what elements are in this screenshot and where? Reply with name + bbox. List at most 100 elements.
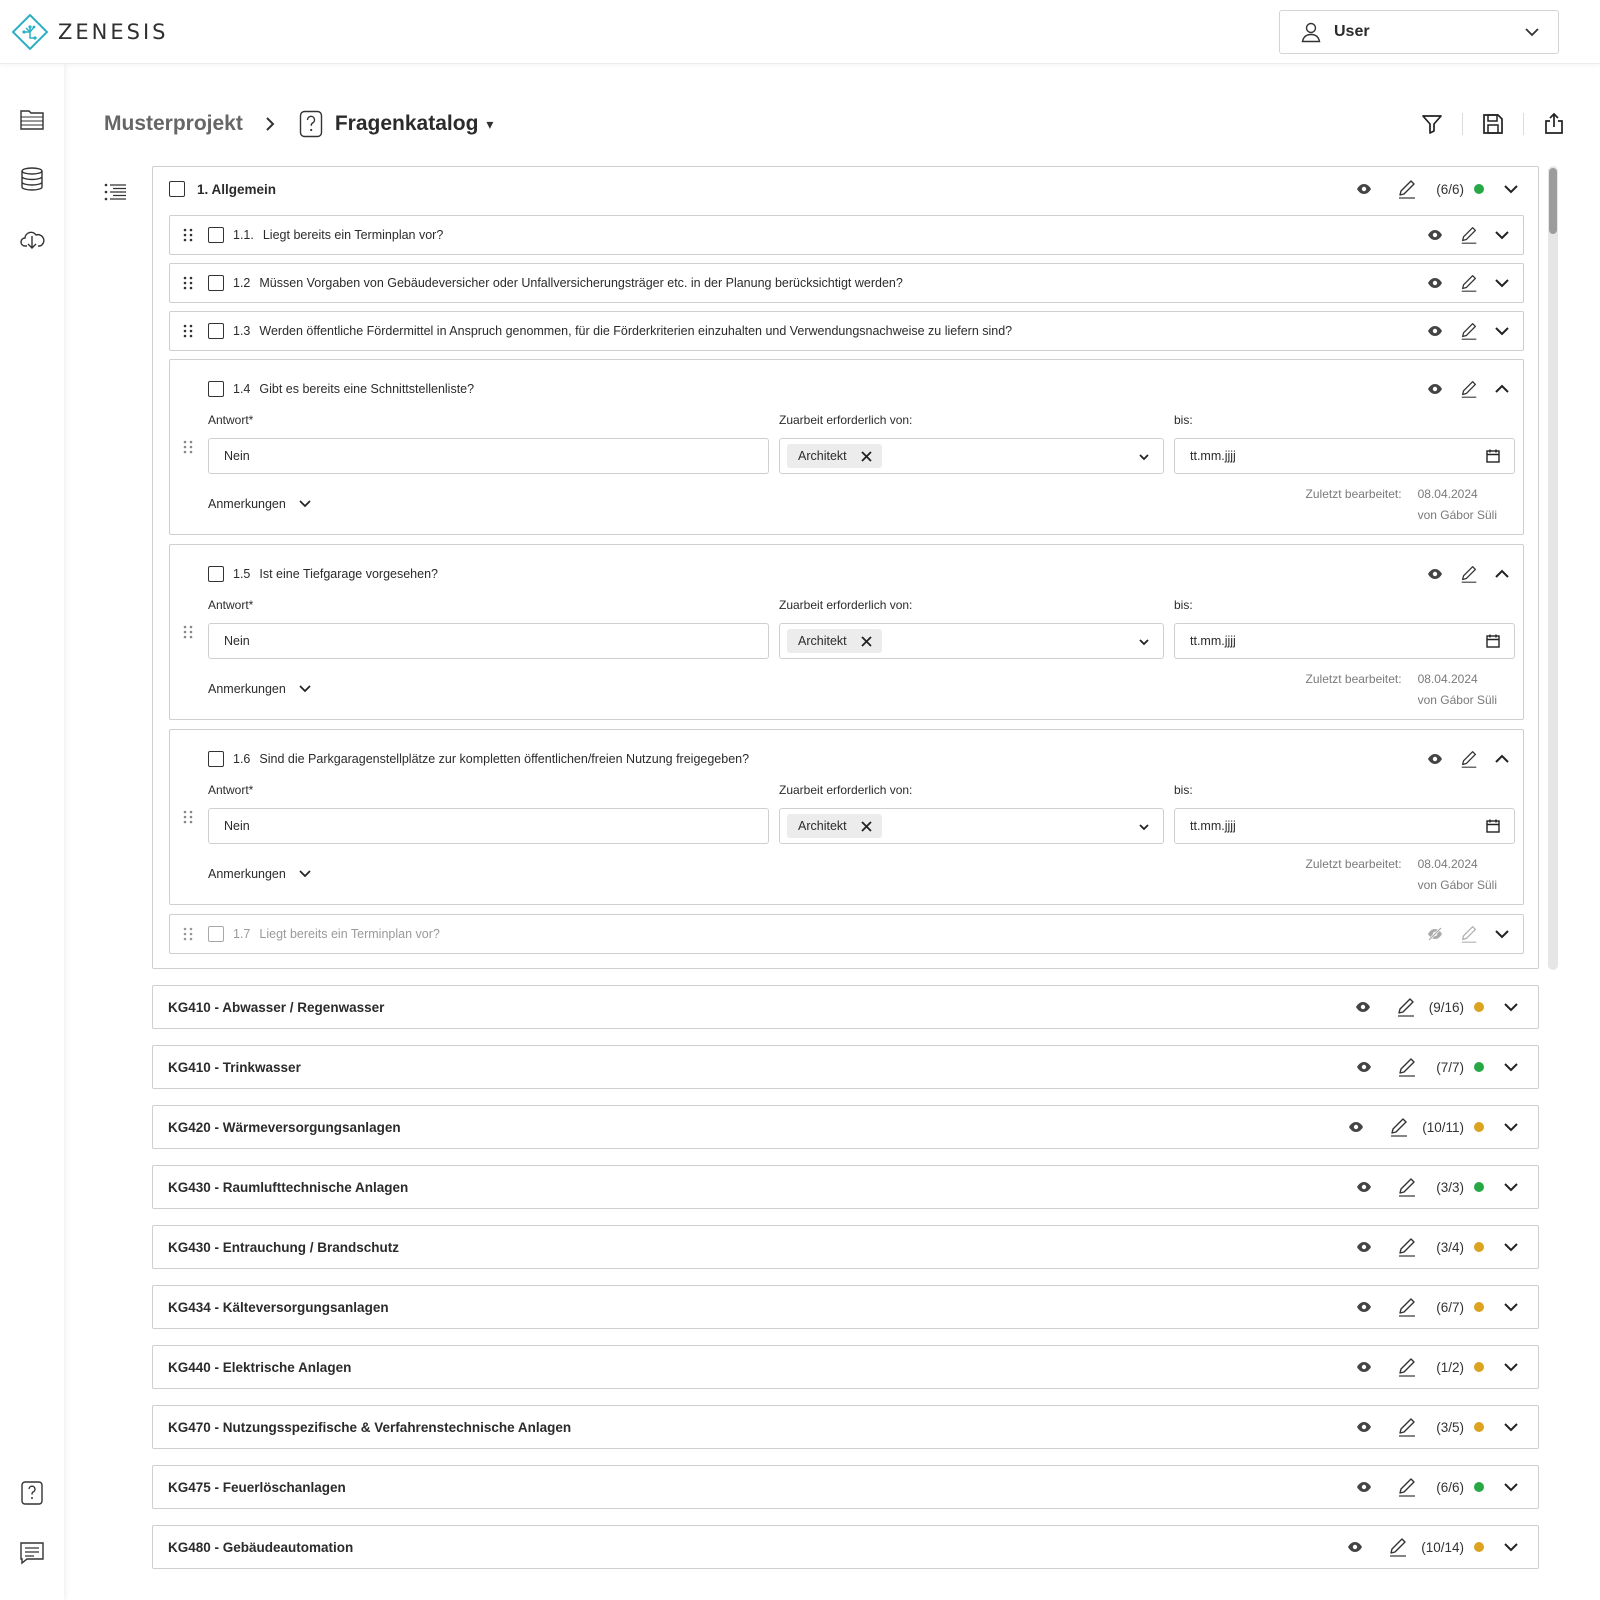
edit-pen-icon[interactable] — [1396, 1476, 1418, 1498]
answer-field[interactable]: Nein — [208, 438, 769, 474]
eye-icon[interactable] — [1427, 751, 1443, 767]
edit-pen-icon[interactable] — [1396, 1356, 1418, 1378]
edit-pen-icon[interactable] — [1396, 1236, 1418, 1258]
question-checkbox[interactable] — [208, 381, 224, 397]
eye-icon[interactable] — [1355, 999, 1371, 1015]
chevron-up-icon[interactable] — [1493, 750, 1511, 768]
question-checkbox[interactable] — [208, 926, 224, 942]
chevron-down-icon[interactable] — [1502, 1058, 1520, 1076]
anmerkungen-toggle[interactable]: Anmerkungen — [208, 682, 312, 696]
eye-icon[interactable] — [1427, 566, 1443, 582]
chevron-down-icon[interactable] — [1502, 998, 1520, 1016]
chevron-down-icon[interactable] — [1493, 925, 1511, 943]
section-kg475[interactable]: KG475 - Feuerlöschanlagen (6/6) — [152, 1465, 1539, 1509]
eye-icon[interactable] — [1356, 1359, 1372, 1375]
scrollbar-track[interactable] — [1548, 166, 1558, 970]
drag-handle-icon[interactable] — [182, 809, 194, 825]
database-icon[interactable] — [19, 166, 45, 192]
section-kg420[interactable]: KG420 - Wärmeversorgungsanlagen (10/11) — [152, 1105, 1539, 1149]
chevron-down-icon[interactable] — [1502, 180, 1520, 198]
chevron-down-icon[interactable] — [1502, 1478, 1520, 1496]
section-header[interactable]: 1. Allgemein (6/6) — [153, 167, 1538, 211]
chevron-down-icon[interactable] — [1493, 274, 1511, 292]
chevron-down-icon[interactable] — [1502, 1298, 1520, 1316]
user-menu[interactable]: User — [1279, 10, 1559, 54]
edit-pen-icon[interactable] — [1396, 1056, 1418, 1078]
edit-pen-icon[interactable] — [1459, 225, 1479, 245]
brand-logo[interactable]: ZENESIS — [12, 14, 169, 50]
chevron-down-icon[interactable] — [1502, 1238, 1520, 1256]
date-input[interactable]: tt.mm.jjjj — [1174, 438, 1515, 474]
breadcrumb-catalog[interactable]: Fragenkatalog — [335, 112, 479, 136]
calendar-icon[interactable] — [1486, 634, 1500, 648]
filter-icon[interactable] — [1420, 112, 1444, 136]
outline-list-icon[interactable] — [104, 183, 126, 201]
projects-folder-icon[interactable] — [19, 106, 45, 132]
question-checkbox[interactable] — [208, 227, 224, 243]
remove-tag-icon[interactable] — [861, 450, 872, 462]
edit-pen-icon[interactable] — [1396, 1296, 1418, 1318]
catalog-dropdown-caret[interactable]: ▾ — [486, 116, 493, 133]
eye-icon[interactable] — [1427, 275, 1443, 291]
eye-off-icon[interactable] — [1427, 926, 1443, 942]
section-kg480[interactable]: KG480 - Gebäudeautomation (10/14) — [152, 1525, 1539, 1569]
chevron-down-icon[interactable] — [1493, 322, 1511, 340]
edit-pen-icon[interactable] — [1459, 749, 1479, 769]
eye-icon[interactable] — [1427, 227, 1443, 243]
cloud-download-icon[interactable] — [19, 226, 45, 252]
section-kg434[interactable]: KG434 - Kälteversorgungsanlagen (6/7) — [152, 1285, 1539, 1329]
question-checkbox[interactable] — [208, 323, 224, 339]
calendar-icon[interactable] — [1486, 449, 1500, 463]
chevron-down-icon[interactable] — [1502, 1118, 1520, 1136]
section-kg430-raumluft[interactable]: KG430 - Raumlufttechnische Anlagen (3/3) — [152, 1165, 1539, 1209]
section-kg430-entrauchung[interactable]: KG430 - Entrauchung / Brandschutz (3/4) — [152, 1225, 1539, 1269]
chevron-up-icon[interactable] — [1493, 380, 1511, 398]
save-icon[interactable] — [1481, 112, 1505, 136]
edit-pen-icon[interactable] — [1459, 924, 1479, 944]
eye-icon[interactable] — [1356, 1299, 1372, 1315]
drag-handle-icon[interactable] — [182, 323, 194, 339]
eye-icon[interactable] — [1356, 1059, 1372, 1075]
eye-icon[interactable] — [1347, 1539, 1363, 1555]
edit-pen-icon[interactable] — [1459, 321, 1479, 341]
eye-icon[interactable] — [1356, 181, 1372, 197]
chevron-up-icon[interactable] — [1493, 565, 1511, 583]
remove-tag-icon[interactable] — [861, 635, 872, 647]
questionnaire-icon[interactable] — [19, 1480, 45, 1506]
edit-pen-icon[interactable] — [1396, 178, 1418, 200]
drag-handle-icon[interactable] — [182, 926, 194, 942]
export-icon[interactable] — [1542, 112, 1566, 136]
drag-handle-icon[interactable] — [182, 439, 194, 455]
question-header[interactable]: 1.5 Ist eine Tiefgarage vorgesehen? — [208, 564, 1511, 584]
question-item[interactable]: 1.2 Müssen Vorgaben von Gebäudeversicher… — [169, 263, 1524, 303]
question-header[interactable]: 1.6 Sind die Parkgaragenstellplätze zur … — [208, 749, 1511, 769]
question-checkbox[interactable] — [208, 275, 224, 291]
section-checkbox[interactable] — [169, 181, 185, 197]
edit-pen-icon[interactable] — [1396, 1416, 1418, 1438]
question-checkbox[interactable] — [208, 751, 224, 767]
scrollbar-thumb[interactable] — [1549, 168, 1557, 234]
remove-tag-icon[interactable] — [861, 820, 872, 832]
drag-handle-icon[interactable] — [182, 275, 194, 291]
edit-pen-icon[interactable] — [1395, 996, 1417, 1018]
drag-handle-icon[interactable] — [182, 624, 194, 640]
breadcrumb-project[interactable]: Musterprojekt — [104, 112, 243, 136]
edit-pen-icon[interactable] — [1459, 379, 1479, 399]
anmerkungen-toggle[interactable]: Anmerkungen — [208, 497, 312, 511]
answer-field[interactable]: Nein — [208, 808, 769, 844]
zuarbeit-select[interactable]: Architekt — [779, 438, 1164, 474]
eye-icon[interactable] — [1356, 1479, 1372, 1495]
eye-icon[interactable] — [1348, 1119, 1364, 1135]
edit-pen-icon[interactable] — [1459, 273, 1479, 293]
eye-icon[interactable] — [1427, 381, 1443, 397]
eye-icon[interactable] — [1427, 323, 1443, 339]
zuarbeit-select[interactable]: Architekt — [779, 808, 1164, 844]
chevron-down-icon[interactable] — [1502, 1418, 1520, 1436]
question-item[interactable]: 1.1. Liegt bereits ein Terminplan vor? — [169, 215, 1524, 255]
question-header[interactable]: 1.4 Gibt es bereits eine Schnittstellenl… — [208, 379, 1511, 399]
anmerkungen-toggle[interactable]: Anmerkungen — [208, 867, 312, 881]
eye-icon[interactable] — [1356, 1179, 1372, 1195]
eye-icon[interactable] — [1356, 1419, 1372, 1435]
section-kg440[interactable]: KG440 - Elektrische Anlagen (1/2) — [152, 1345, 1539, 1389]
chevron-down-icon[interactable] — [1493, 226, 1511, 244]
